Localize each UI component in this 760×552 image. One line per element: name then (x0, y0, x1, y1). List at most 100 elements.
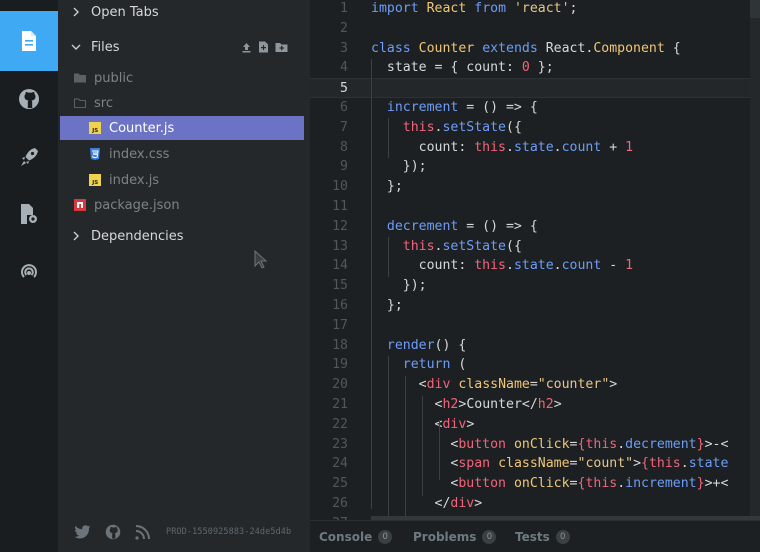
code-text: count: this.state.count + 1 (371, 139, 634, 155)
code-line[interactable]: 8 count: this.state.count + 1 (310, 138, 760, 158)
line-number: 1 (340, 1, 348, 16)
tree-item-src[interactable]: src (58, 91, 304, 115)
code-line[interactable]: 7 this.setState({ (310, 118, 760, 138)
github-icon[interactable] (105, 524, 121, 540)
tree-item-index-js[interactable]: JS index.js (58, 168, 304, 192)
line-number: 9 (340, 159, 348, 175)
tab-label: Console (319, 530, 373, 544)
code-text: import React from 'react'; (371, 1, 578, 16)
code-line[interactable]: 17 (310, 316, 760, 336)
tab-label: Problems (413, 530, 477, 544)
line-number: 2 (340, 20, 348, 36)
code-line[interactable]: 19 return ( (310, 355, 760, 375)
rocket-icon (21, 148, 38, 166)
code-editor[interactable]: 1 import React from 'react'; 2 3 class Count… (310, 0, 760, 520)
code-line[interactable]: 25 <button onClick={this.increment}>+< (310, 474, 760, 494)
tree-item-label: index.css (109, 146, 170, 162)
tab-tests[interactable]: Tests 0 (515, 521, 570, 552)
line-number: 22 (332, 416, 348, 432)
code-line[interactable]: 3 class Counter extends React.Component { (310, 39, 760, 59)
count-badge: 0 (482, 530, 497, 544)
activity-live[interactable] (0, 241, 58, 301)
files-section[interactable]: Files (58, 35, 310, 59)
indent-guide (388, 237, 389, 277)
tree-item-label: index.js (109, 172, 160, 188)
activity-github[interactable] (0, 69, 58, 129)
open-tabs-section[interactable]: Open Tabs (58, 0, 310, 24)
vertical-scrollbar[interactable] (750, 0, 760, 520)
code-text: increment = () => { (386, 100, 538, 115)
code-line[interactable]: 15 }); (310, 276, 760, 296)
code-line[interactable]: 22 <div> (310, 415, 760, 435)
code-line[interactable]: 18 render() { (310, 336, 760, 356)
code-text: return ( (402, 357, 467, 373)
tree-item-package-json[interactable]: package.json (58, 193, 304, 217)
count-badge: 0 (378, 530, 393, 544)
line-number: 16 (332, 298, 348, 313)
svg-text:JS: JS (91, 180, 98, 186)
dependencies-label: Dependencies (91, 228, 184, 244)
activity-project-settings[interactable] (0, 184, 58, 244)
code-line[interactable]: 12 decrement = () => { (310, 217, 760, 237)
activity-deploy[interactable] (0, 127, 58, 187)
scrollbar-thumb[interactable] (750, 0, 760, 18)
code-text: }; (371, 298, 403, 313)
github-icon (19, 89, 39, 109)
upload-icon[interactable] (241, 42, 252, 53)
tab-problems[interactable]: Problems 0 (413, 521, 497, 552)
code-line[interactable]: 20 <div className="counter"> (310, 375, 760, 395)
code-text: <span className="count">{this.state (450, 456, 729, 472)
indent-guide (388, 118, 389, 158)
code-line[interactable]: 4 state = { count: 0 }; (310, 58, 760, 78)
folder-open-icon (74, 98, 86, 108)
activity-explorer[interactable] (0, 11, 58, 71)
spectrum-icon[interactable] (135, 524, 150, 540)
line-number: 8 (340, 139, 348, 155)
twitter-icon[interactable] (74, 525, 91, 539)
new-file-icon[interactable] (258, 41, 269, 53)
new-folder-icon[interactable] (275, 42, 288, 53)
line-number: 24 (332, 456, 348, 472)
line-number: 4 (340, 60, 348, 76)
tree-item-public[interactable]: public (58, 66, 304, 90)
indent-guide (405, 376, 406, 516)
code-line[interactable]: 2 (310, 19, 760, 39)
code-line[interactable]: 1 import React from 'react'; (310, 0, 760, 19)
code-line[interactable]: 16 }; (310, 296, 760, 316)
code-line[interactable]: 23 <button onClick={this.decrement}>-< (310, 435, 760, 455)
count-badge: 0 (555, 530, 570, 544)
tab-label: Tests (515, 530, 550, 544)
files-label: Files (91, 39, 120, 55)
code-text: count: this.state.count - 1 (371, 258, 634, 274)
code-line[interactable]: 26 </div> (310, 494, 760, 514)
tree-item-counter-js[interactable]: JS Counter.js (60, 116, 304, 140)
code-line[interactable]: 6 increment = () => { (310, 98, 760, 118)
chevron-right-icon (73, 231, 79, 241)
line-number: 15 (332, 278, 348, 294)
indent-guide (422, 396, 423, 496)
line-number: 14 (332, 258, 348, 274)
code-line[interactable]: 24 <span className="count">{this.state (310, 454, 760, 474)
code-line[interactable]: 5 (310, 78, 760, 98)
code-line[interactable]: 9 }); (310, 157, 760, 177)
indent-guide (439, 420, 440, 480)
code-line[interactable]: 21 <h2>Counter</h2> (310, 395, 760, 415)
tab-console[interactable]: Console 0 (319, 521, 393, 552)
code-text: }; (371, 179, 403, 195)
code-line[interactable]: 11 (310, 197, 760, 217)
code-line[interactable]: 14 count: this.state.count - 1 (310, 256, 760, 276)
line-number: 21 (332, 397, 348, 412)
code-text: decrement = () => { (386, 218, 538, 234)
line-number: 18 (332, 337, 348, 353)
tree-item-index-css[interactable]: index.css (58, 142, 304, 166)
broadcast-icon (21, 264, 37, 278)
activity-bar (0, 0, 58, 552)
code-line[interactable]: 10 }; (310, 177, 760, 197)
file-settings-icon (21, 204, 37, 224)
line-number: 7 (340, 119, 348, 135)
indent-guide (388, 356, 389, 516)
code-line[interactable]: 13 this.setState({ (310, 237, 760, 257)
dependencies-section[interactable]: Dependencies (58, 224, 310, 248)
tree-item-label: Counter.js (109, 120, 175, 136)
chevron-right-icon (73, 7, 79, 17)
